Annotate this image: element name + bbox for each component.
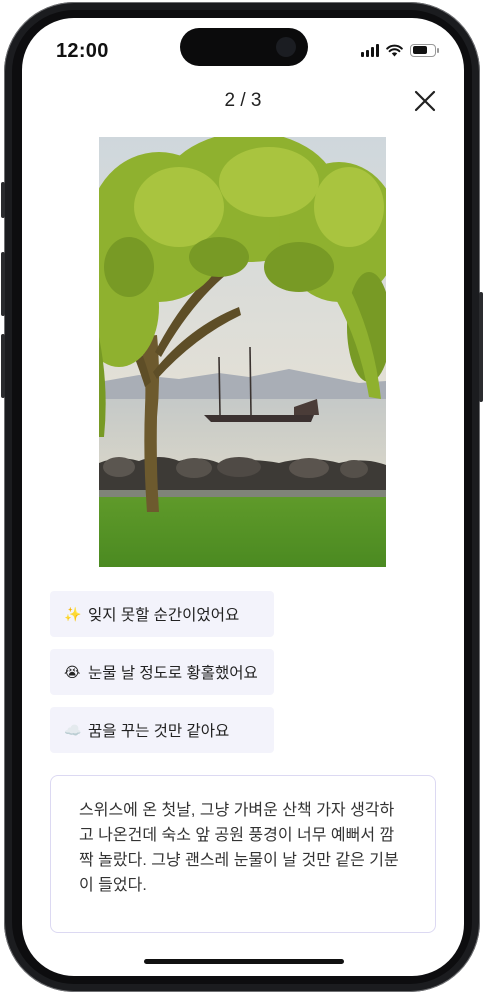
cellular-signal-icon (361, 43, 379, 57)
power-button (479, 292, 483, 402)
close-icon[interactable] (412, 88, 438, 114)
viewer-header: 2 / 3 (22, 88, 464, 118)
status-bar: 12:00 (22, 18, 464, 84)
battery-icon (410, 43, 439, 57)
reaction-option-label: 눈물 날 정도로 황홀했어요 (88, 665, 258, 682)
cloud-icon: ☁️ (64, 721, 82, 738)
wifi-icon (386, 44, 403, 56)
reaction-option-label: 꿈을 꾸는 것만 같아요 (88, 723, 230, 740)
sparkles-icon: ✨ (64, 605, 82, 622)
reaction-option-tearful[interactable]: 😭 눈물 날 정도로 황홀했어요 (50, 649, 274, 695)
dynamic-island (180, 28, 308, 66)
reaction-option-unforgettable[interactable]: ✨ 잊지 못할 순간이었어요 (50, 591, 274, 637)
home-indicator[interactable] (144, 959, 344, 964)
page-indicator: 2 / 3 (224, 90, 262, 111)
volume-up-button (1, 252, 5, 316)
photo-lakeside-tree[interactable] (99, 137, 386, 567)
camera-icon (276, 37, 296, 57)
reaction-option-label: 잊지 못할 순간이었어요 (88, 607, 240, 624)
volume-down-button (1, 334, 5, 398)
status-time: 12:00 (56, 40, 109, 62)
crying-face-icon: 😭 (64, 663, 81, 680)
mute-switch (1, 182, 5, 218)
status-icons (361, 43, 439, 57)
memo-textarea[interactable]: 스위스에 온 첫날, 그냥 가벼운 산책 가자 생각하고 나온건데 숙소 앞 공… (50, 775, 436, 933)
screen: 12:00 2 / 3 ✨ 잊지 못할 순간이었어요 😭 눈물 날 정도로 황홀… (22, 18, 464, 976)
reaction-option-dreamlike[interactable]: ☁️ 꿈을 꾸는 것만 같아요 (50, 707, 274, 753)
